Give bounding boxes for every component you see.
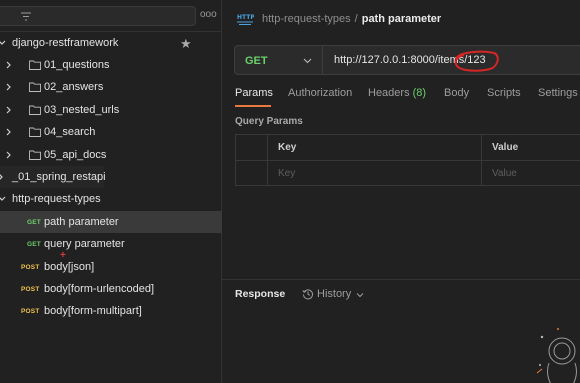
folder-label: 01_questions xyxy=(44,59,110,71)
chevron-down-icon xyxy=(303,58,312,64)
param-key-placeholder: Key xyxy=(278,168,296,179)
column-header-key: Key xyxy=(278,142,297,153)
breadcrumb-separator: / xyxy=(354,13,358,25)
chevron-right-icon[interactable] xyxy=(4,105,14,115)
folder-label: 02_answers xyxy=(44,81,104,93)
method-badge: GET xyxy=(27,241,41,248)
request-label: body[form-multipart] xyxy=(44,305,142,317)
row-checkbox[interactable] xyxy=(236,161,268,186)
collection-label: _01_spring_restapi xyxy=(12,171,106,183)
folder-label: 05_api_docs xyxy=(44,149,107,161)
astronaut-illustration-icon xyxy=(536,328,577,383)
chevron-right-icon[interactable] xyxy=(4,82,14,92)
query-params-title: Query Params xyxy=(235,116,303,127)
request-label: path parameter xyxy=(44,216,119,228)
request-path-parameter[interactable]: GET path parameter xyxy=(0,211,222,233)
method-select[interactable]: GET xyxy=(235,46,323,74)
chevron-down-icon[interactable] xyxy=(0,194,7,204)
folder-icon xyxy=(29,82,41,92)
table-header-row: Key Value xyxy=(236,135,580,161)
param-key-input[interactable]: Key xyxy=(268,161,482,186)
chevron-right-icon[interactable] xyxy=(0,172,6,182)
http-icon: HTTP xyxy=(237,14,254,25)
request-label: query parameter xyxy=(44,238,125,250)
tab-authorization[interactable]: Authorization xyxy=(288,87,352,99)
collection-label: http-request-types xyxy=(12,193,101,205)
svg-text:HTTP: HTTP xyxy=(237,14,254,21)
request-header: HTTP http-request-types / path parameter xyxy=(222,0,580,38)
folder-01-questions[interactable]: 01_questions xyxy=(0,54,222,76)
param-value-placeholder: Value xyxy=(492,168,517,179)
method-badge: POST xyxy=(21,264,40,271)
method-badge: POST xyxy=(21,286,40,293)
collection-label: django-restframework xyxy=(12,37,119,49)
request-tabs: Params Authorization Headers (8) Body Sc… xyxy=(222,87,580,107)
sidebar-toolbar: ooo xyxy=(0,0,222,32)
request-label: body[json] xyxy=(44,261,95,273)
chevron-down-icon[interactable] xyxy=(0,38,7,48)
request-query-parameter[interactable]: GET query parameter xyxy=(0,233,222,255)
request-editor: HTTP http-request-types / path parameter G… xyxy=(222,0,580,383)
sidebar-search-input[interactable] xyxy=(0,6,196,26)
sidebar: ooo django-restframework ★ 01_questions … xyxy=(0,0,222,383)
table-header-key: Key xyxy=(268,135,482,160)
table-cell-check xyxy=(236,135,268,160)
history-button[interactable]: History xyxy=(317,288,351,300)
filter-icon[interactable] xyxy=(20,11,32,22)
tab-settings[interactable]: Settings xyxy=(538,87,578,99)
tab-scripts[interactable]: Scripts xyxy=(487,87,521,99)
chevron-right-icon[interactable] xyxy=(4,127,14,137)
url-bar: GET http://127.0.0.1:8000/items/123 xyxy=(234,45,580,75)
breadcrumb-collection[interactable]: http-request-types xyxy=(262,13,351,25)
response-title: Response xyxy=(235,288,286,300)
folder-05-api-docs[interactable]: 05_api_docs xyxy=(0,144,222,166)
annotation-circle xyxy=(454,50,499,72)
table-header-value: Value xyxy=(482,135,580,160)
folder-icon xyxy=(29,60,41,70)
more-options-icon[interactable]: ooo xyxy=(200,9,217,20)
collection-01-spring-restapi[interactable]: _01_spring_restapi xyxy=(0,166,106,188)
request-body-form-urlencoded[interactable]: POST body[form-urlencoded] xyxy=(0,278,222,300)
request-body-form-multipart[interactable]: POST body[form-multipart] xyxy=(0,300,222,322)
chevron-right-icon[interactable] xyxy=(4,60,14,70)
response-pane: Response History xyxy=(222,279,580,383)
history-icon[interactable] xyxy=(302,288,314,300)
request-body-json[interactable]: POST body[json] xyxy=(0,256,222,278)
folder-icon xyxy=(29,127,41,137)
folder-02-answers[interactable]: 02_answers xyxy=(0,76,222,98)
tab-body[interactable]: Body xyxy=(444,87,469,99)
active-tab-indicator xyxy=(235,105,271,107)
star-icon[interactable]: ★ xyxy=(180,36,192,52)
query-params-table: Key Value Key Value xyxy=(235,134,580,186)
collection-http-request-types[interactable]: http-request-types xyxy=(0,188,222,210)
tab-params[interactable]: Params xyxy=(235,87,273,99)
folder-03-nested-urls[interactable]: 03_nested_urls xyxy=(0,99,222,121)
method-badge: POST xyxy=(21,308,40,315)
chevron-right-icon[interactable] xyxy=(4,150,14,160)
request-label: body[form-urlencoded] xyxy=(44,283,155,295)
method-badge: GET xyxy=(27,219,41,226)
folder-icon xyxy=(29,105,41,115)
folder-label: 03_nested_urls xyxy=(44,104,120,116)
param-value-input[interactable]: Value xyxy=(482,161,580,186)
tab-headers-label: Headers xyxy=(368,87,410,99)
folder-label: 04_search xyxy=(44,126,96,138)
tab-headers-count: (8) xyxy=(412,87,427,99)
breadcrumb-request[interactable]: path parameter xyxy=(362,13,441,25)
folder-04-search[interactable]: 04_search xyxy=(0,121,222,143)
column-header-value: Value xyxy=(492,142,519,153)
tab-headers[interactable]: Headers (8) xyxy=(368,87,426,99)
chevron-down-icon[interactable] xyxy=(356,291,364,299)
folder-icon xyxy=(29,150,41,160)
breadcrumb: http-request-types / path parameter xyxy=(262,13,441,25)
collection-django-restframework[interactable]: django-restframework ★ xyxy=(0,32,222,54)
table-row: Key Value xyxy=(236,161,580,187)
method-select-value: GET xyxy=(245,55,268,67)
